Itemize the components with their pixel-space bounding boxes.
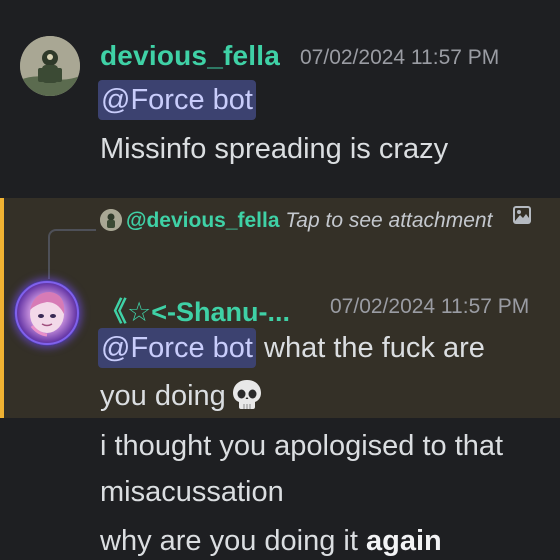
mention-highlight-bar (0, 198, 4, 418)
image-icon (513, 206, 531, 224)
reply-preview[interactable]: Tap to see attachment (285, 209, 492, 232)
avatar-devious-fella[interactable] (20, 36, 80, 96)
chat-screen: devious_fella 07/02/2024 11:57 PM @Force… (0, 0, 560, 560)
message-text: you doing (100, 380, 226, 412)
message-text-line: misacussation (100, 476, 284, 508)
message-devious-fella[interactable]: devious_fella 07/02/2024 11:57 PM @Force… (0, 0, 560, 196)
message-text-line: @Force bot what the fuck are (98, 328, 485, 368)
message-text: Missinfo spreading is crazy (100, 133, 449, 165)
reply-connector (48, 229, 96, 279)
reply-avatar (100, 209, 122, 231)
message-text: why are you doing it (100, 525, 366, 557)
reply-reference[interactable]: @devious_fella Tap to see attachment (100, 204, 520, 237)
mention-force-bot[interactable]: @Force bot (98, 328, 256, 368)
message-shanu-highlighted[interactable]: @devious_fella Tap to see attachment 《☆<… (0, 198, 560, 418)
mention-force-bot[interactable]: @Force bot (98, 80, 256, 120)
message-text-line: why are you doing it again (100, 521, 442, 560)
skull-emoji-icon[interactable] (230, 378, 264, 412)
timestamp: 07/02/2024 11:57 PM (330, 295, 530, 318)
avatar-shanu[interactable] (14, 280, 80, 346)
bold-text: again (365, 525, 442, 557)
message-text: what the fuck are (255, 332, 485, 364)
timestamp: 07/02/2024 11:57 PM (300, 46, 500, 69)
author-name[interactable]: 《☆<-Shanu-... (100, 290, 290, 329)
author-name[interactable]: devious_fella (100, 40, 280, 72)
message-text-line: i thought you apologised to that (100, 430, 504, 462)
reply-author[interactable]: @devious_fella (126, 209, 280, 232)
message-text-line: you doing (100, 376, 264, 416)
